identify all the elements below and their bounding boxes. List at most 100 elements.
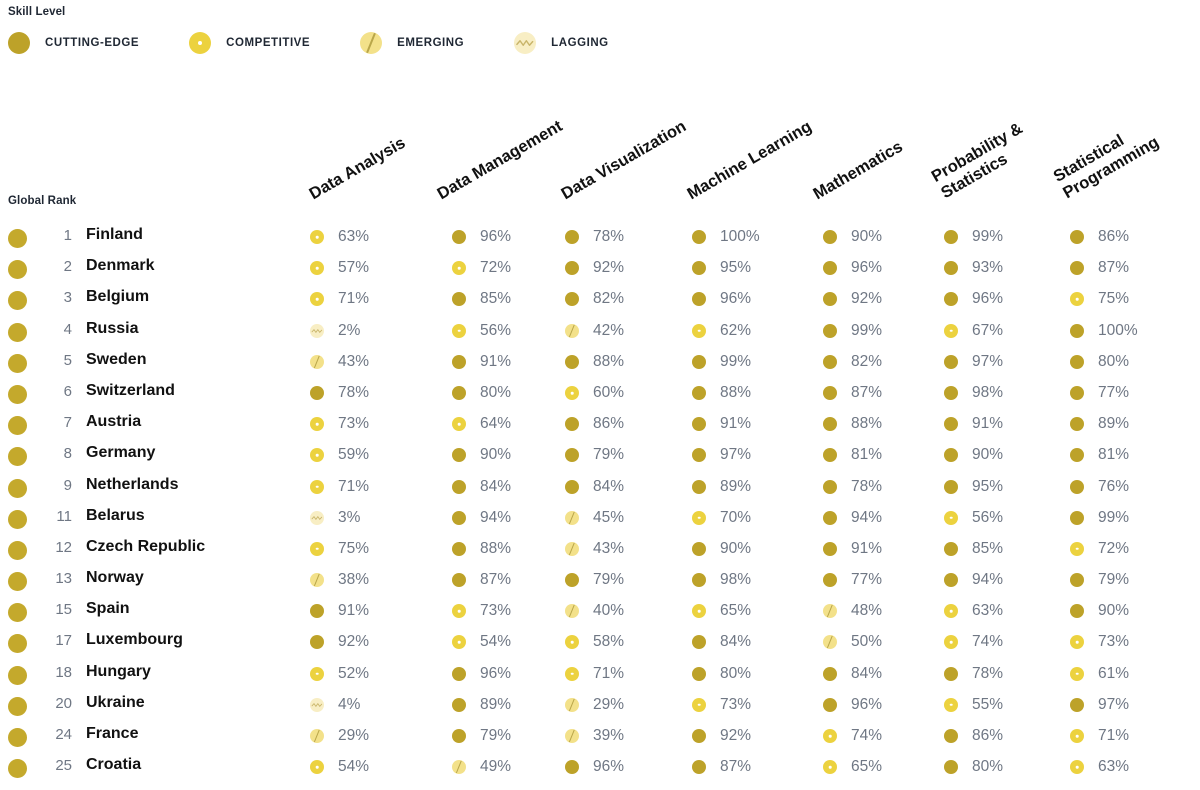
skill-cell[interactable]: 38% (310, 571, 369, 589)
table-row[interactable]: 3 Belgium 71% 85% 82% 96% 92% 96% 75% (0, 287, 1200, 318)
skill-cell[interactable]: 78% (310, 384, 369, 402)
skill-cell[interactable]: 94% (452, 509, 511, 527)
country-name[interactable]: Belgium (86, 288, 149, 306)
skill-cell[interactable]: 88% (692, 384, 751, 402)
skill-cell[interactable]: 2% (310, 322, 360, 340)
skill-cell[interactable]: 64% (452, 415, 511, 433)
skill-cell[interactable]: 91% (944, 415, 1003, 433)
skill-cell[interactable]: 90% (944, 446, 1003, 464)
skill-cell[interactable]: 54% (452, 633, 511, 651)
skill-cell[interactable]: 90% (1070, 602, 1129, 620)
skill-cell[interactable]: 88% (452, 540, 511, 558)
skill-cell[interactable]: 58% (565, 633, 624, 651)
skill-cell[interactable]: 63% (310, 228, 369, 246)
skill-cell[interactable]: 95% (692, 259, 751, 277)
skill-cell[interactable]: 60% (565, 384, 624, 402)
table-row[interactable]: 1 Finland 63% 96% 78% 100% 90% 99% 86% (0, 225, 1200, 256)
country-name[interactable]: Germany (86, 444, 155, 462)
skill-cell[interactable]: 97% (944, 353, 1003, 371)
table-row[interactable]: 8 Germany 59% 90% 79% 97% 81% 90% 81% (0, 443, 1200, 474)
skill-cell[interactable]: 90% (452, 446, 511, 464)
skill-cell[interactable]: 87% (823, 384, 882, 402)
skill-cell[interactable]: 87% (692, 758, 751, 776)
legend-item-emerging[interactable]: EMERGING (360, 32, 464, 54)
table-row[interactable]: 18 Hungary 52% 96% 71% 80% 84% 78% 61% (0, 662, 1200, 693)
country-name[interactable]: Norway (86, 569, 144, 587)
skill-cell[interactable]: 96% (452, 665, 511, 683)
skill-cell[interactable]: 78% (823, 478, 882, 496)
skill-cell[interactable]: 75% (1070, 290, 1129, 308)
skill-cell[interactable]: 80% (692, 665, 751, 683)
skill-cell[interactable]: 71% (565, 665, 624, 683)
skill-cell[interactable]: 59% (310, 446, 369, 464)
skill-cell[interactable]: 79% (565, 571, 624, 589)
skill-cell[interactable]: 91% (823, 540, 882, 558)
column-header-5[interactable]: Probability & Statistics (929, 119, 1037, 204)
skill-cell[interactable]: 84% (823, 665, 882, 683)
legend-item-cutting-edge[interactable]: CUTTING-EDGE (8, 32, 139, 54)
skill-cell[interactable]: 97% (1070, 696, 1129, 714)
skill-cell[interactable]: 62% (692, 322, 751, 340)
country-name[interactable]: Sweden (86, 351, 146, 369)
skill-cell[interactable]: 79% (452, 727, 511, 745)
skill-cell[interactable]: 71% (1070, 727, 1129, 745)
skill-cell[interactable]: 94% (944, 571, 1003, 589)
table-row[interactable]: 4 Russia 2% 56% 42% 62% 99% 67% 100% (0, 319, 1200, 350)
skill-cell[interactable]: 84% (565, 478, 624, 496)
column-header-3[interactable]: Machine Learning (684, 117, 815, 204)
skill-cell[interactable]: 90% (823, 228, 882, 246)
skill-cell[interactable]: 86% (1070, 228, 1129, 246)
skill-cell[interactable]: 85% (452, 290, 511, 308)
skill-cell[interactable]: 71% (310, 290, 369, 308)
skill-cell[interactable]: 73% (1070, 633, 1129, 651)
skill-cell[interactable]: 73% (310, 415, 369, 433)
skill-cell[interactable]: 99% (692, 353, 751, 371)
skill-cell[interactable]: 88% (565, 353, 624, 371)
skill-cell[interactable]: 43% (310, 353, 369, 371)
skill-cell[interactable]: 54% (310, 758, 369, 776)
skill-cell[interactable]: 74% (823, 727, 882, 745)
skill-cell[interactable]: 89% (1070, 415, 1129, 433)
skill-cell[interactable]: 97% (692, 446, 751, 464)
table-row[interactable]: 20 Ukraine 4% 89% 29% 73% 96% 55% 97% (0, 693, 1200, 724)
table-row[interactable]: 24 France 29% 79% 39% 92% 74% 86% 71% (0, 724, 1200, 755)
skill-cell[interactable]: 29% (565, 696, 624, 714)
skill-cell[interactable]: 93% (944, 259, 1003, 277)
skill-cell[interactable]: 65% (823, 758, 882, 776)
skill-cell[interactable]: 77% (823, 571, 882, 589)
skill-cell[interactable]: 56% (944, 509, 1003, 527)
skill-cell[interactable]: 95% (944, 478, 1003, 496)
skill-cell[interactable]: 96% (565, 758, 624, 776)
table-row[interactable]: 13 Norway 38% 87% 79% 98% 77% 94% 79% (0, 568, 1200, 599)
skill-cell[interactable]: 43% (565, 540, 624, 558)
skill-cell[interactable]: 84% (692, 633, 751, 651)
country-name[interactable]: Russia (86, 320, 138, 338)
skill-cell[interactable]: 77% (1070, 384, 1129, 402)
skill-cell[interactable]: 96% (452, 228, 511, 246)
country-name[interactable]: Denmark (86, 257, 154, 275)
skill-cell[interactable]: 65% (692, 602, 751, 620)
table-row[interactable]: 9 Netherlands 71% 84% 84% 89% 78% 95% 76% (0, 475, 1200, 506)
skill-cell[interactable]: 42% (565, 322, 624, 340)
skill-cell[interactable]: 94% (823, 509, 882, 527)
skill-cell[interactable]: 45% (565, 509, 624, 527)
table-row[interactable]: 6 Switzerland 78% 80% 60% 88% 87% 98% 77% (0, 381, 1200, 412)
skill-cell[interactable]: 76% (1070, 478, 1129, 496)
skill-cell[interactable]: 98% (944, 384, 1003, 402)
skill-cell[interactable]: 92% (823, 290, 882, 308)
skill-cell[interactable]: 72% (1070, 540, 1129, 558)
skill-cell[interactable]: 99% (823, 322, 882, 340)
country-name[interactable]: Spain (86, 600, 130, 618)
table-row[interactable]: 2 Denmark 57% 72% 92% 95% 96% 93% 87% (0, 256, 1200, 287)
column-header-0[interactable]: Data Analysis (306, 133, 409, 204)
skill-cell[interactable]: 4% (310, 696, 360, 714)
skill-cell[interactable]: 75% (310, 540, 369, 558)
skill-cell[interactable]: 71% (310, 478, 369, 496)
skill-cell[interactable]: 48% (823, 602, 882, 620)
country-name[interactable]: France (86, 725, 138, 743)
table-row[interactable]: 12 Czech Republic 75% 88% 43% 90% 91% 85% 72% (0, 537, 1200, 568)
skill-cell[interactable]: 49% (452, 758, 511, 776)
country-name[interactable]: Belarus (86, 507, 145, 525)
skill-cell[interactable]: 67% (944, 322, 1003, 340)
skill-cell[interactable]: 82% (823, 353, 882, 371)
